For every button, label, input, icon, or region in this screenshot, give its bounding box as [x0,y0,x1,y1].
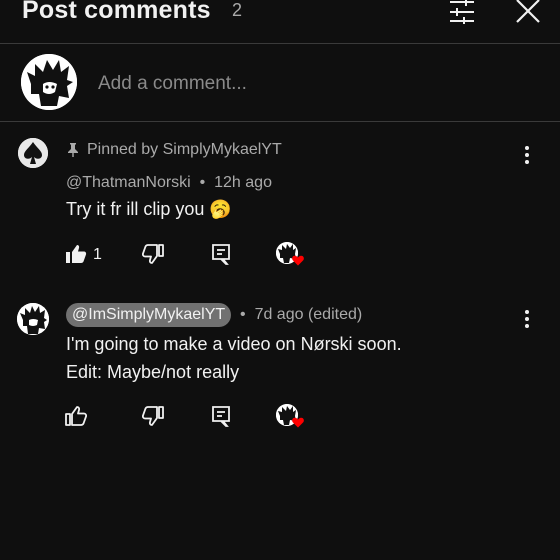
comment-meta: @ImSimplyMykaelYT • 7d ago (edited) [66,303,362,327]
creator-heart-icon [292,255,304,266]
sliders-icon [450,0,474,24]
filter-button[interactable] [442,0,482,28]
creator-heart-icon [292,417,304,428]
page-title: Post comments [22,0,211,24]
more-vert-icon [525,146,529,164]
creator-author-chip[interactable]: @ImSimplyMykaelYT [66,303,232,327]
more-vert-icon [525,310,529,328]
comment-avatar[interactable] [17,303,49,335]
comment-author[interactable]: @ThatmanNorski [66,174,191,191]
thumb-down-icon [142,244,164,264]
reply-button[interactable] [207,240,235,268]
meta-separator: • [195,174,210,191]
comment-more-button[interactable] [513,306,541,332]
comment-count: 2 [232,0,243,20]
thumb-down-icon [142,406,164,426]
pin-icon [68,143,78,157]
like-button[interactable] [62,402,90,430]
comment-meta: @ThatmanNorski • 12h ago [66,173,272,193]
comment-text: Try it fr ill clip you 🥱 [66,199,232,219]
add-comment-divider [0,121,560,122]
dislike-button[interactable] [139,240,167,268]
close-button[interactable] [508,0,548,28]
comment-time[interactable]: 12h ago [214,174,272,191]
like-button[interactable] [62,240,90,268]
meta-separator: • [235,306,251,323]
comment-avatar[interactable] [18,138,48,168]
comment-more-button[interactable] [513,142,541,168]
like-count: 1 [93,246,102,263]
dislike-button[interactable] [139,402,167,430]
current-user-avatar [21,54,77,110]
pinned-text: Pinned by SimplyMykaelYT [87,141,282,158]
comment-text-line: I'm going to make a video on Nørski soon… [66,334,402,354]
reply-button[interactable] [207,402,235,430]
comment-text-line: Edit: Maybe/not really [66,362,240,382]
comment-time[interactable]: 7d ago (edited) [255,306,363,323]
reply-icon [212,244,230,265]
pinned-label: Pinned by SimplyMykaelYT [66,140,282,160]
header-divider [0,43,560,44]
thumb-up-icon [65,406,87,426]
reply-icon [212,406,230,427]
thumb-up-icon [66,245,87,263]
comments-header: Post comments 2 [0,0,560,44]
close-icon [516,0,540,23]
add-comment-input[interactable]: Add a comment... [98,72,247,96]
